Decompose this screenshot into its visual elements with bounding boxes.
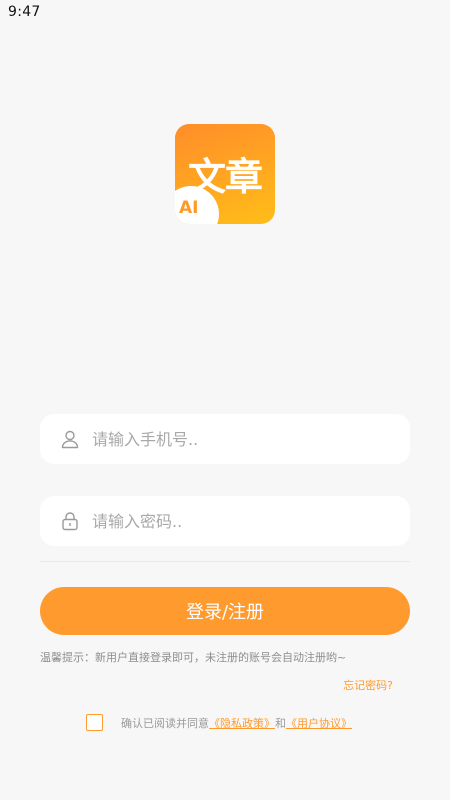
password-field[interactable]	[40, 496, 410, 546]
agreement-row: 确认已阅读并同意《隐私政策》和《用户协议》	[86, 714, 352, 731]
agree-checkbox[interactable]	[86, 714, 103, 731]
logo-badge-text: AI	[179, 198, 199, 218]
lock-icon	[62, 512, 78, 531]
status-bar-time: 9:47	[8, 4, 41, 20]
app-logo: 文章 AI	[175, 124, 275, 224]
tip-text: 温馨提示：新用户直接登录即可，未注册的账号会自动注册哟~	[40, 651, 347, 664]
agreement-prefix: 确认已阅读并同意	[121, 716, 209, 730]
forgot-password-link[interactable]: 忘记密码?	[343, 677, 393, 693]
user-agreement-link[interactable]: 《用户协议》	[286, 717, 352, 730]
privacy-policy-link[interactable]: 《隐私政策》	[209, 717, 275, 730]
phone-input[interactable]	[92, 429, 410, 449]
login-register-button[interactable]: 登录/注册	[40, 587, 410, 635]
password-input[interactable]	[92, 511, 410, 531]
divider	[40, 561, 410, 562]
phone-field[interactable]	[40, 414, 410, 464]
agreement-text: 确认已阅读并同意《隐私政策》和《用户协议》	[121, 715, 352, 731]
user-icon	[61, 430, 79, 449]
agreement-and: 和	[275, 716, 286, 730]
